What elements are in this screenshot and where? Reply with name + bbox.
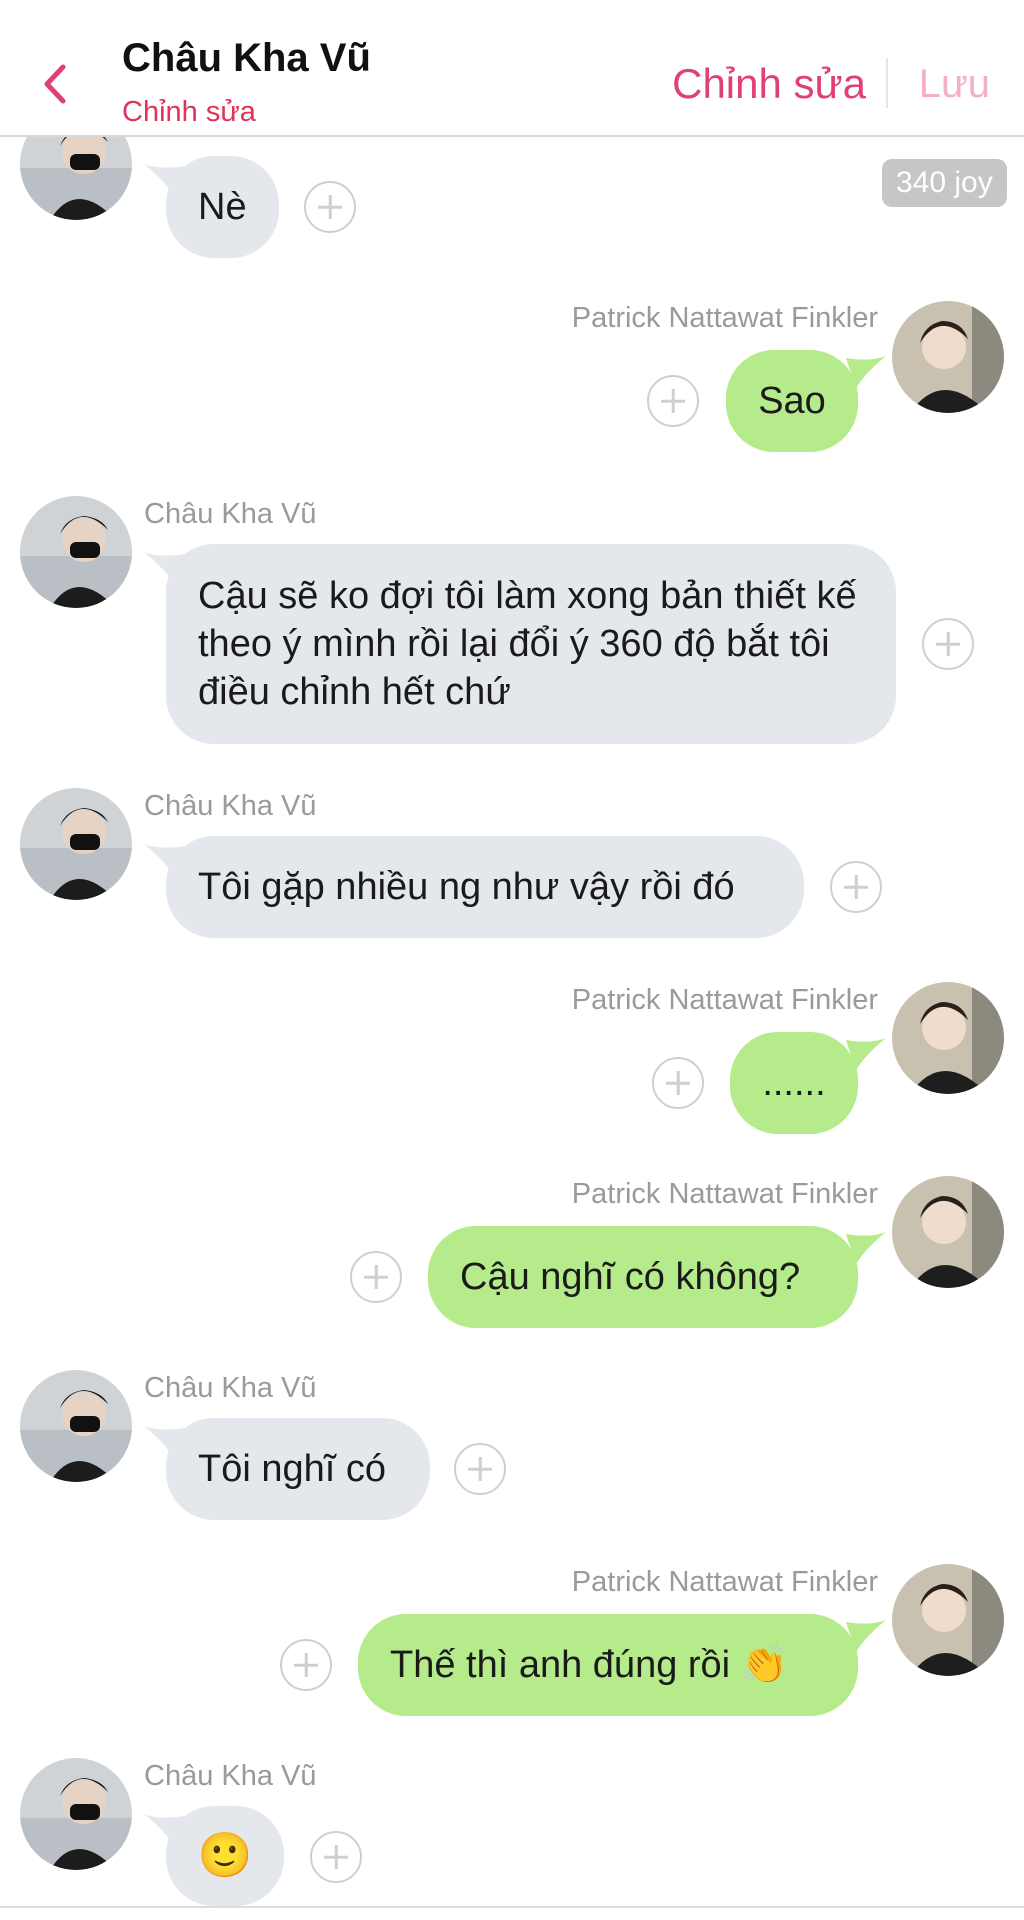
chat-header: Châu Kha Vũ Chỉnh sửa Chỉnh sửa Lưu bbox=[0, 0, 1024, 137]
message-bubble[interactable]: Cậu sẽ ko đợi tôi làm xong bản thiết kế … bbox=[166, 544, 896, 744]
add-reaction-icon[interactable] bbox=[454, 1443, 506, 1495]
message-bubble[interactable]: Thế thì anh đúng rồi 👏 bbox=[358, 1614, 858, 1716]
avatar-chau-kha-vu[interactable] bbox=[20, 496, 132, 608]
avatar-chau-kha-vu[interactable] bbox=[20, 788, 132, 900]
message-bubble[interactable]: Cậu nghĩ có không? bbox=[428, 1226, 858, 1328]
avatar-patrick[interactable] bbox=[892, 1176, 1004, 1288]
add-reaction-icon[interactable] bbox=[922, 618, 974, 670]
add-reaction-icon[interactable] bbox=[652, 1057, 704, 1109]
chat-subtitle: Chỉnh sửa bbox=[122, 96, 256, 128]
add-reaction-icon[interactable] bbox=[310, 1831, 362, 1883]
bottom-divider bbox=[0, 1906, 1024, 1908]
sender-name: Patrick Nattawat Finkler bbox=[571, 1178, 878, 1210]
message-bubble[interactable]: 🙂 bbox=[166, 1806, 284, 1906]
message-bubble[interactable]: ...... bbox=[730, 1032, 858, 1134]
avatar-patrick[interactable] bbox=[892, 982, 1004, 1094]
message-bubble[interactable]: Nè bbox=[166, 156, 279, 258]
sender-name: Châu Kha Vũ bbox=[144, 790, 317, 822]
sender-name: Châu Kha Vũ bbox=[144, 1760, 317, 1792]
message-bubble[interactable]: Tôi gặp nhiều ng như vậy rồi đó bbox=[166, 836, 804, 938]
edit-button[interactable]: Chỉnh sửa bbox=[672, 60, 866, 108]
sender-name: Châu Kha Vũ bbox=[144, 1372, 317, 1404]
save-button[interactable]: Lưu bbox=[919, 62, 990, 107]
back-button[interactable] bbox=[30, 60, 78, 108]
sender-name: Patrick Nattawat Finkler bbox=[571, 984, 878, 1016]
avatar-chau-kha-vu[interactable] bbox=[20, 1370, 132, 1482]
joy-badge: 340 joy bbox=[882, 159, 1007, 207]
sender-name: Châu Kha Vũ bbox=[144, 498, 317, 530]
avatar-chau-kha-vu[interactable] bbox=[20, 1758, 132, 1870]
message-bubble[interactable]: Tôi nghĩ có bbox=[166, 1418, 430, 1520]
add-reaction-icon[interactable] bbox=[304, 181, 356, 233]
add-reaction-icon[interactable] bbox=[280, 1639, 332, 1691]
chat-title: Châu Kha Vũ bbox=[122, 36, 371, 80]
header-divider bbox=[886, 58, 888, 108]
chevron-left-icon bbox=[44, 64, 66, 104]
avatar-patrick[interactable] bbox=[892, 1564, 1004, 1676]
sender-name: Patrick Nattawat Finkler bbox=[571, 302, 878, 334]
sender-name: Patrick Nattawat Finkler bbox=[571, 1566, 878, 1598]
message-bubble[interactable]: Sao bbox=[726, 350, 858, 452]
add-reaction-icon[interactable] bbox=[647, 375, 699, 427]
add-reaction-icon[interactable] bbox=[830, 861, 882, 913]
avatar-patrick[interactable] bbox=[892, 301, 1004, 413]
add-reaction-icon[interactable] bbox=[350, 1251, 402, 1303]
